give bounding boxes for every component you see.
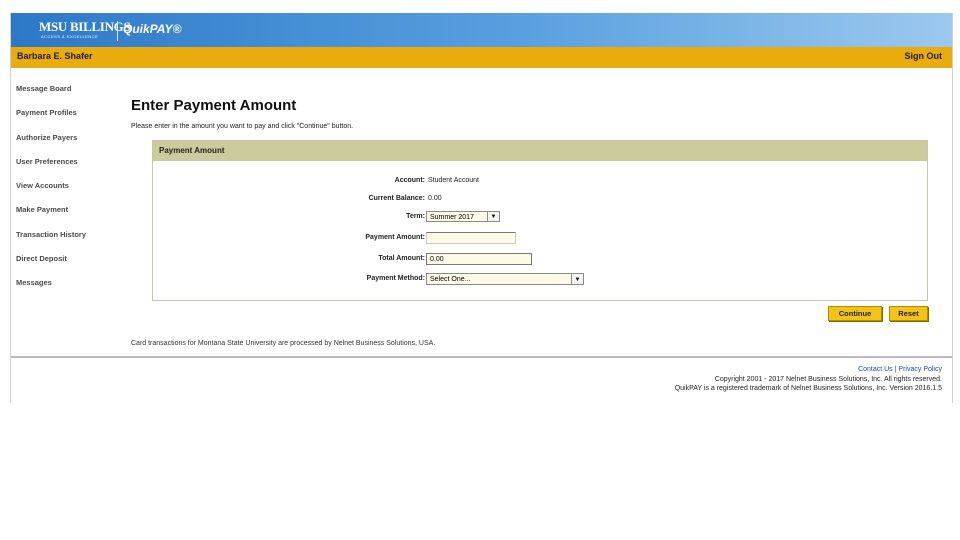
page-title: Enter Payment Amount: [131, 97, 297, 114]
current-balance-label: Current Balance:: [368, 195, 425, 202]
quikpay-logo: QuikPAY®: [123, 22, 182, 36]
sidebar-item-direct-deposit[interactable]: Direct Deposit: [16, 253, 126, 277]
total-amount-row: Total Amount: 0.00: [153, 253, 927, 267]
total-amount-field: 0.00: [426, 253, 532, 265]
term-row: Term: Summer 2017 ▼: [153, 211, 927, 225]
term-select-value: Summer 2017: [430, 214, 474, 221]
payment-amount-row: Payment Amount:: [153, 232, 927, 246]
current-balance-row: Current Balance: 0.00: [153, 193, 927, 207]
chevron-down-icon: ▼: [487, 212, 499, 221]
logo-tagline: ACCESS & EXCELLENCE: [41, 34, 99, 39]
payment-amount-label: Payment Amount:: [365, 234, 425, 241]
payment-amount-input[interactable]: [426, 232, 516, 244]
sidebar-nav: Message Board Payment Profiles Authorize…: [16, 83, 126, 302]
total-amount-label: Total Amount:: [378, 255, 425, 262]
term-label: Term:: [406, 213, 425, 220]
payment-method-select[interactable]: Select One... ▼: [426, 273, 584, 285]
chevron-down-icon: ▼: [571, 274, 583, 284]
msu-billings-logo: MSU BILLINGS ACCESS & EXCELLENCE QuikPAY…: [39, 19, 181, 41]
sidebar-item-authorize-payers[interactable]: Authorize Payers: [16, 132, 126, 156]
contact-us-link[interactable]: Contact Us: [858, 366, 893, 373]
sidebar-item-message-board[interactable]: Message Board: [16, 83, 126, 107]
continue-button[interactable]: Continue: [828, 306, 882, 321]
logo-separator: [117, 21, 118, 41]
account-label: Account:: [394, 177, 425, 184]
footer-links: Contact Us | Privacy Policy: [858, 366, 942, 373]
footer-divider: [11, 356, 952, 358]
user-name: Barbara E. Shafer: [17, 51, 93, 61]
payment-amount-panel: Payment Amount Account: Student Account …: [152, 140, 928, 301]
account-row: Account: Student Account: [153, 175, 927, 189]
account-value: Student Account: [428, 177, 479, 184]
processor-footnote: Card transactions for Montana State Univ…: [131, 340, 436, 347]
instructions-text: Please enter in the amount you want to p…: [131, 123, 354, 130]
sidebar-item-view-accounts[interactable]: View Accounts: [16, 180, 126, 204]
main-content: Enter Payment Amount Please enter in the…: [131, 97, 353, 130]
sidebar-item-make-payment[interactable]: Make Payment: [16, 204, 126, 228]
payment-method-label: Payment Method:: [366, 275, 425, 282]
app-frame: MSU BILLINGS ACCESS & EXCELLENCE QuikPAY…: [10, 13, 953, 403]
copyright-text: Copyright 2001 - 2017 Nelnet Business So…: [714, 376, 942, 383]
user-bar: Barbara E. Shafer Sign Out: [11, 47, 952, 68]
sidebar-item-messages[interactable]: Messages: [16, 277, 126, 301]
header-banner: MSU BILLINGS ACCESS & EXCELLENCE QuikPAY…: [11, 13, 952, 47]
reset-button[interactable]: Reset: [889, 306, 928, 321]
sidebar-item-user-preferences[interactable]: User Preferences: [16, 156, 126, 180]
payment-method-row: Payment Method: Select One... ▼: [153, 273, 927, 287]
footer-link-separator: |: [894, 366, 897, 373]
privacy-policy-link[interactable]: Privacy Policy: [898, 366, 942, 373]
sidebar-item-payment-profiles[interactable]: Payment Profiles: [16, 107, 126, 131]
sign-out-link[interactable]: Sign Out: [905, 51, 943, 61]
payment-method-select-value: Select One...: [430, 276, 471, 283]
sidebar-item-transaction-history[interactable]: Transaction History: [16, 229, 126, 253]
current-balance-value: 0.00: [428, 195, 442, 202]
term-select[interactable]: Summer 2017 ▼: [426, 211, 500, 222]
trademark-text: QuikPAY is a registered trademark of Nel…: [674, 385, 942, 392]
panel-title: Payment Amount: [153, 141, 927, 161]
